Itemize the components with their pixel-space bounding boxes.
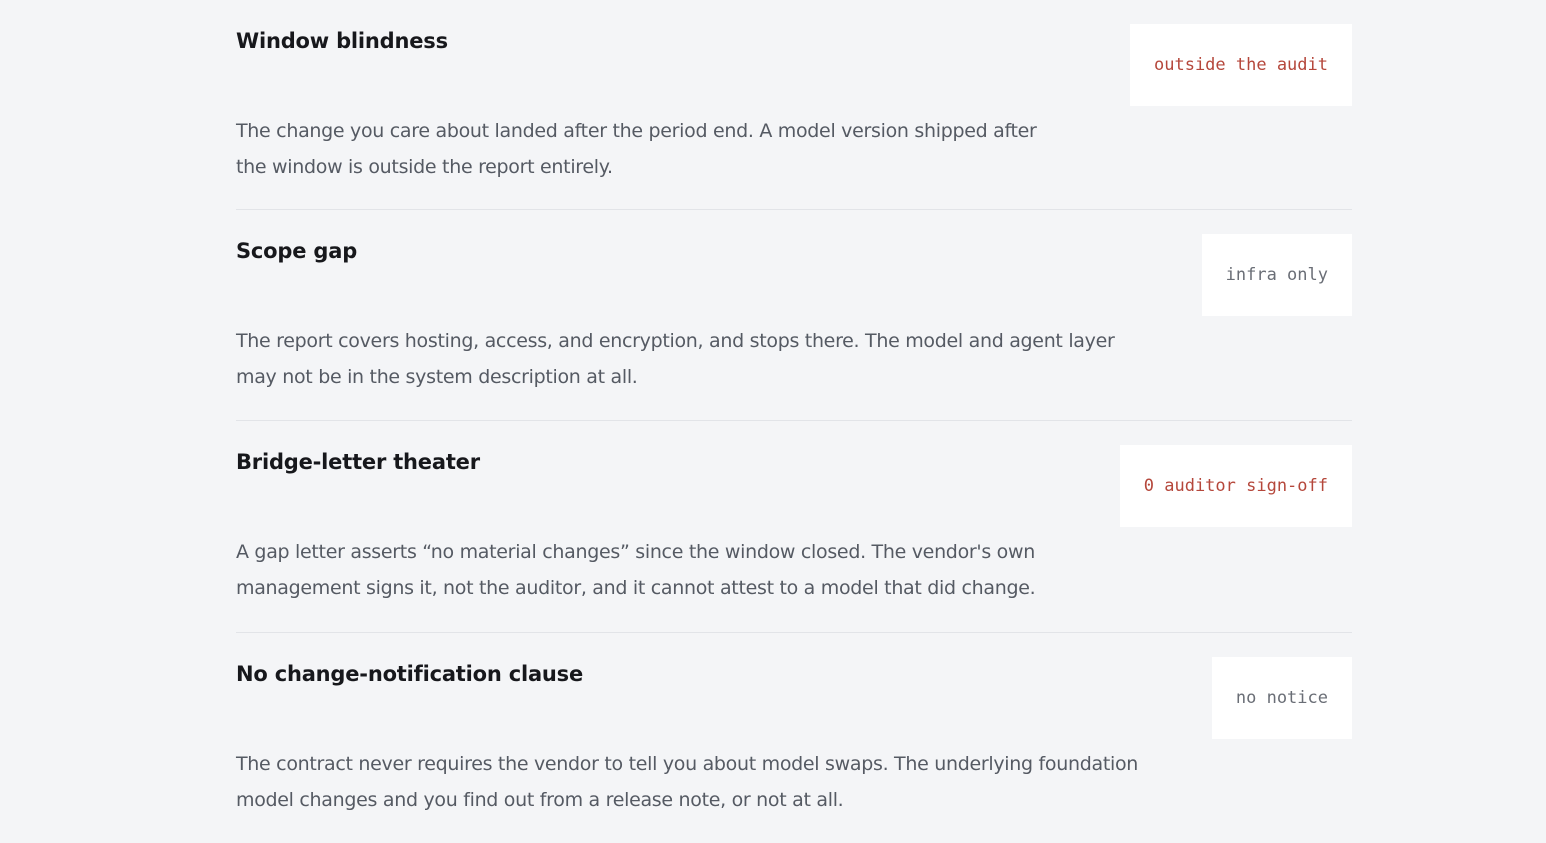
description-line: may not be in the system description at … bbox=[236, 366, 638, 388]
risk-list: Window blindness outside the audit The c… bbox=[236, 0, 1352, 843]
item-description: A gap letter asserts “no material change… bbox=[236, 534, 1036, 606]
item-description: The contract never requires the vendor t… bbox=[236, 746, 1138, 818]
description-line: A gap letter asserts “no material change… bbox=[236, 541, 1035, 563]
status-badge: no notice bbox=[1211, 657, 1352, 739]
item-description: The change you care about landed after t… bbox=[236, 113, 1037, 185]
list-item: Bridge-letter theater 0 auditor sign-off… bbox=[236, 421, 1352, 633]
item-title: Window blindness bbox=[236, 29, 448, 53]
item-description: The report covers hosting, access, and e… bbox=[236, 323, 1115, 395]
description-line: The change you care about landed after t… bbox=[236, 120, 1037, 142]
description-line: the window is outside the report entirel… bbox=[236, 156, 613, 178]
description-line: model changes and you find out from a re… bbox=[236, 789, 844, 811]
status-badge: 0 auditor sign-off bbox=[1119, 445, 1352, 527]
description-line: The contract never requires the vendor t… bbox=[236, 753, 1139, 775]
list-item: No change-notification clause no notice … bbox=[236, 633, 1352, 843]
description-line: The report covers hosting, access, and e… bbox=[236, 330, 1115, 352]
list-item: Window blindness outside the audit The c… bbox=[236, 0, 1352, 210]
item-title: Bridge-letter theater bbox=[236, 450, 480, 474]
list-item: Scope gap infra only The report covers h… bbox=[236, 210, 1352, 421]
description-line: management signs it, not the auditor, an… bbox=[236, 577, 1036, 599]
status-badge: infra only bbox=[1201, 234, 1352, 316]
item-title: Scope gap bbox=[236, 239, 358, 263]
status-badge: outside the audit bbox=[1130, 24, 1352, 106]
item-title: No change-notification clause bbox=[236, 662, 584, 686]
